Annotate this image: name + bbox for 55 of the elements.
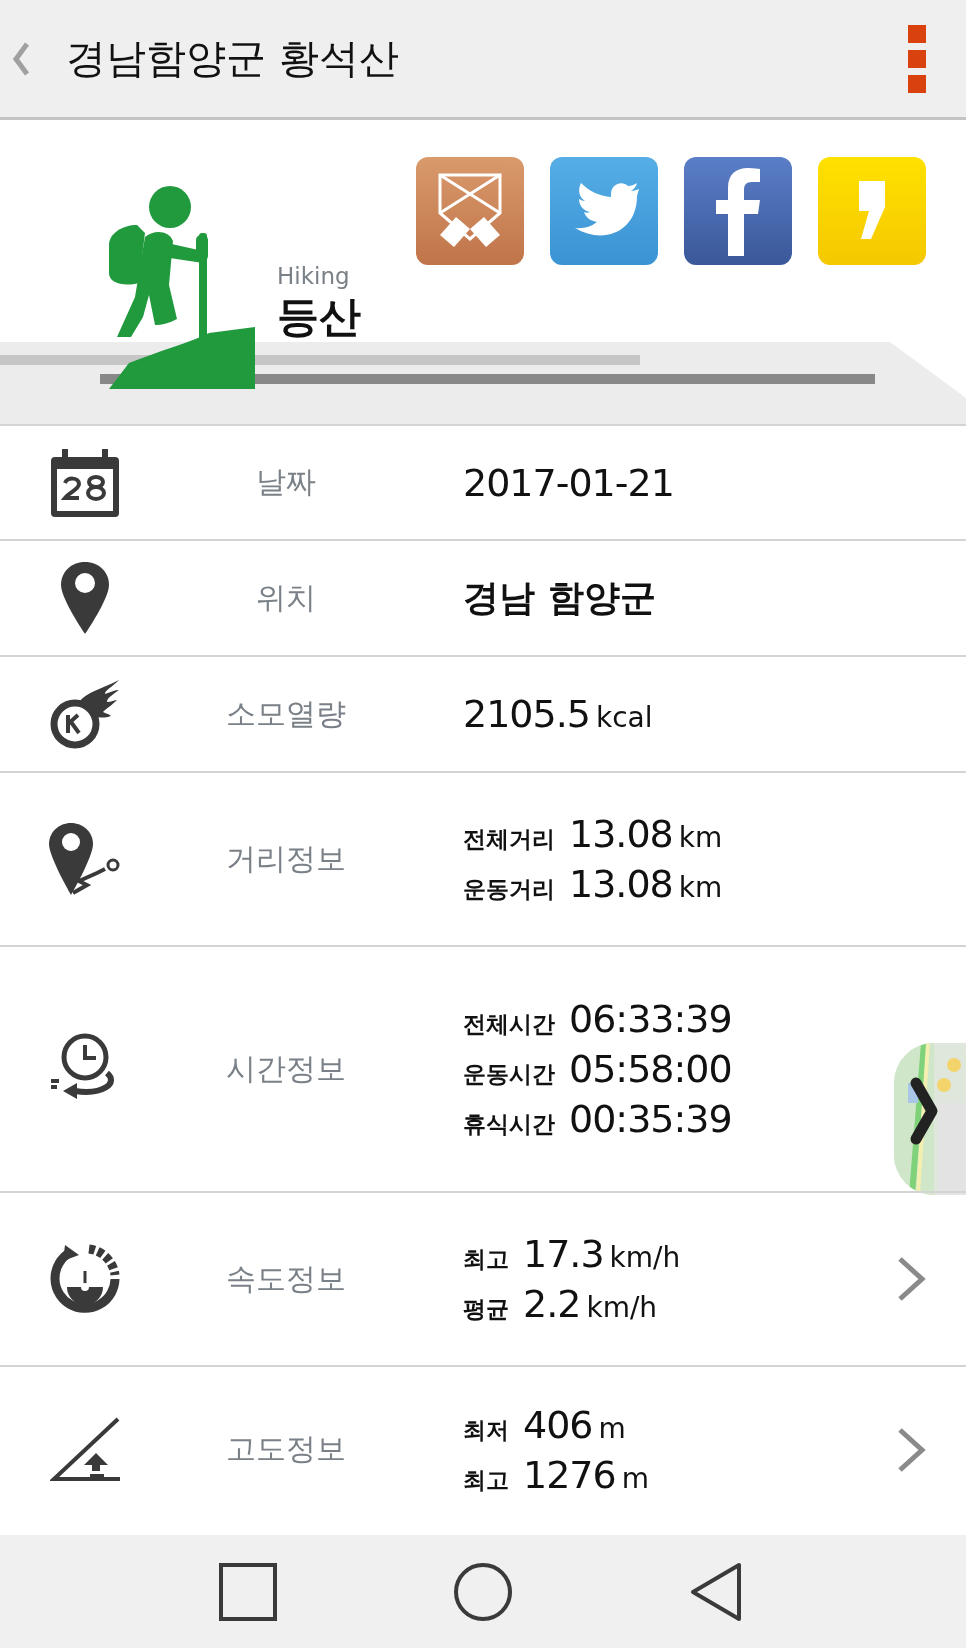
calendar-icon [49,446,121,519]
menu-icon[interactable] [908,24,926,93]
activity-english-name: Hiking [277,263,351,289]
value-text: 경남 함양군 [463,575,656,620]
activity-name: 등산 [277,291,361,343]
value-unit: m [598,1411,626,1445]
share-app-button[interactable] [416,157,524,265]
speedometer-icon [49,1243,121,1315]
incline-arrow-icon [50,1416,120,1483]
value-number: 406 [523,1402,593,1447]
value-number: 2017-01-21 [463,460,674,505]
value-number: 05:58:00 [569,1047,732,1091]
value-label: 최고 [463,1465,509,1495]
row-label: 거리정보 [225,839,347,878]
location-pin-icon [61,562,109,634]
value-number: 13.08 [569,812,673,856]
value-number: 2105.5 [463,692,590,736]
value-number: 1276 [523,1452,616,1497]
value-unit: km/h [609,1241,681,1274]
value-label: 휴식시간 [463,1110,555,1139]
value-number: 13.08 [569,862,673,906]
value-number: 2.2 [523,1282,581,1326]
value-label: 운동거리 [463,875,555,904]
value-number: 17.3 [523,1232,604,1276]
folded-ribbon-icon [438,173,502,249]
value-label: 운동시간 [463,1060,555,1089]
value-unit: km [678,821,723,854]
row-label: 시간정보 [225,1049,347,1088]
row-label: 날짜 [255,463,317,501]
chevron-right-icon[interactable] [896,1425,928,1474]
calorie-flame-icon [49,678,121,750]
value-label: 전체시간 [463,1010,555,1039]
twitter-share-button[interactable] [550,157,658,265]
value-unit: km [678,871,723,904]
value-label: 최고 [463,1245,509,1274]
value-number: 06:33:39 [569,997,732,1041]
recent-apps-button[interactable] [216,1560,279,1623]
value-label: 평균 [463,1295,509,1324]
facebook-icon [714,166,762,256]
facebook-share-button[interactable] [684,157,792,265]
value-label: 전체거리 [463,825,555,854]
page-title: 경남함양군 황석산 [66,34,400,83]
row-label: 소모열량 [225,694,347,733]
row-label: 속도정보 [225,1259,347,1298]
row-label: 고도정보 [225,1430,347,1468]
value-unit: km/h [586,1291,658,1324]
row-label: 위치 [255,578,317,617]
value-label: 최저 [463,1415,509,1445]
route-pin-icon [49,823,121,895]
value-unit: kcal [595,701,653,734]
chevron-right-icon[interactable] [896,1255,928,1303]
value-unit: m [621,1461,649,1495]
back-icon[interactable] [12,41,30,76]
home-button[interactable] [452,1560,514,1623]
value-number: 00:35:39 [569,1097,732,1141]
